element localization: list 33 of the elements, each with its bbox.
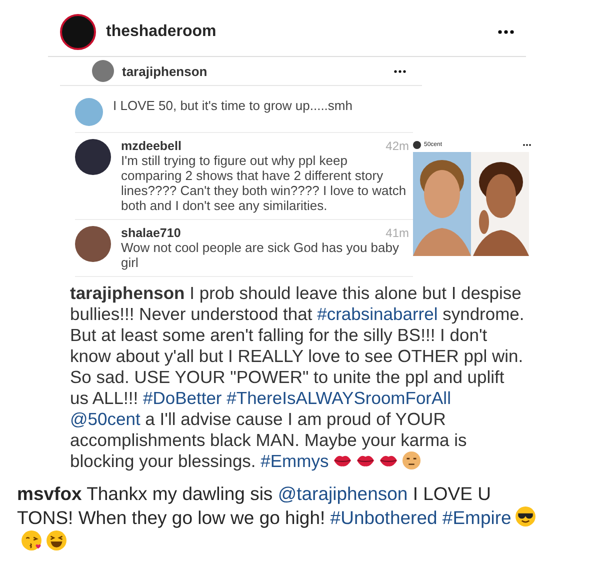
hashtag-link[interactable]: #Empire xyxy=(442,507,512,528)
avatar xyxy=(75,98,103,126)
avatar xyxy=(75,226,111,262)
unamused-face-icon xyxy=(402,451,421,470)
avatar xyxy=(92,60,114,82)
hashtag-link[interactable]: #ThereIsALWAYSroomForAll xyxy=(226,388,451,408)
avatar[interactable] xyxy=(60,14,96,50)
kissing-face-icon xyxy=(21,530,42,551)
sunglasses-face-icon xyxy=(515,506,536,527)
caption-text: tarajiphenson I prob should leave this alone but I despise bullies!!! Never understood that #crabsinabarrel syndrome. But at least some aren't falling for the silly BS!!! I don't know about y'all but I REALLY love to see OTHER ppl win. So sad. USE YOUR "POWER" to unite the ppl and uplift us ALL!!! #DoBetter #ThereIsALWAYSroomForAll @50cent a I'll advise cause I am proud of YOUR accomplishments black MAN. Maybe your karma is blocking your blessings. #Emmys xyxy=(70,283,526,472)
avatar xyxy=(75,139,111,175)
caption-text: msvfox Thankx my dawling sis @tarajiphenson I LOVE U TONS! When they go low we go high! #Unbothered #Empire xyxy=(17,482,546,554)
more-options-icon xyxy=(394,70,406,72)
comment-time: 42m xyxy=(386,139,409,153)
comment-time: 41m xyxy=(386,226,409,240)
comment-text: I'm still trying to figure out why ppl keep comparing 2 shows that have 2 different story lines???? Can't they both win???? I love to watch both and I don't see any similarities. xyxy=(121,153,408,213)
laughing-face-icon xyxy=(46,530,67,551)
comment-username: shalae710 xyxy=(121,226,181,240)
hashtag-link[interactable]: @tarajiphenson xyxy=(278,483,408,504)
comment-text: Wow not cool people are sick God has you baby girl xyxy=(121,240,400,270)
hashtag-link[interactable]: #Unbothered xyxy=(330,507,438,528)
hashtag-link[interactable]: #Emmys xyxy=(260,451,329,471)
comment-username: mzdeebell xyxy=(121,139,182,153)
more-options-icon[interactable] xyxy=(498,30,514,34)
username-link[interactable]: tarajiphenson xyxy=(70,283,185,303)
avatar xyxy=(413,141,421,149)
comment-text: I LOVE 50, but it's time to grow up.....smh xyxy=(113,98,354,113)
hashtag-link[interactable]: #crabsinabarrel xyxy=(317,304,438,324)
hashtag-link[interactable]: @50cent xyxy=(70,409,140,429)
username-link[interactable]: msvfox xyxy=(17,483,82,504)
hashtag-link[interactable]: #DoBetter xyxy=(142,388,222,408)
username: tarajiphenson xyxy=(122,64,208,78)
username[interactable]: theshaderoom xyxy=(106,23,216,41)
